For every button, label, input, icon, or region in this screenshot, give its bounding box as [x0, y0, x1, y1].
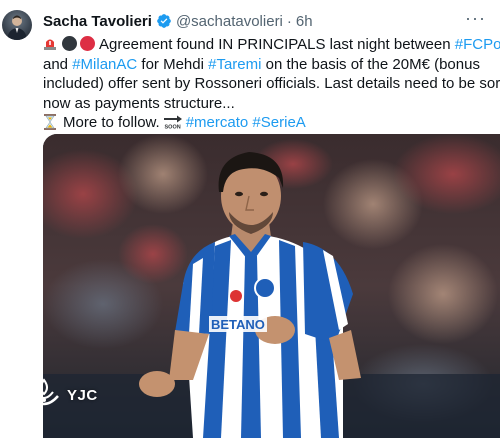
yjc-logo-icon [29, 378, 59, 406]
author-handle[interactable]: @sachatavolieri [176, 13, 283, 30]
separator-dot: · [286, 12, 292, 30]
hashtag-fcporto[interactable]: #FCPorto [455, 36, 500, 53]
sponsor-text: BETANO [211, 317, 265, 332]
hashtag-mercato[interactable]: #mercato [186, 114, 249, 131]
tweet-line-1: Agreement found IN PRINCIPALS last night… [43, 35, 500, 55]
svg-text:SOON: SOON [164, 125, 180, 130]
tweet-media-image[interactable]: BETANO [43, 134, 500, 438]
line2-text-middle: for Mehdi [137, 55, 209, 73]
football-player-photo: BETANO [43, 134, 500, 438]
user-avatar-icon [7, 15, 27, 40]
red-circle-icon [80, 36, 95, 51]
verified-badge-icon [157, 14, 171, 28]
siren-icon [44, 39, 56, 50]
yjc-watermark: YJC [26, 378, 98, 412]
line2-text-after: on the basis of the 20M€ (bonus [261, 55, 480, 73]
hashtag-seriea[interactable]: #SerieA [252, 114, 305, 131]
tweet-line-4: now as payments structure... [43, 94, 235, 112]
author-display-name[interactable]: Sacha Tavolieri [43, 13, 152, 30]
tweet-line-3: included) offer sent by Rossoneri offici… [43, 75, 500, 92]
hourglass-icon [44, 114, 56, 130]
tweet-card[interactable]: Sacha Tavolieri @sachatavolieri · 6h ···… [0, 0, 500, 438]
black-circle-icon [62, 36, 77, 51]
hashtag-milanac[interactable]: #MilanAC [72, 56, 137, 73]
hashtag-taremi[interactable]: #Taremi [208, 56, 261, 73]
watermark-text: YJC [67, 386, 98, 404]
tweet-line-5: More to follow. SOON #mercato #SerieA [43, 113, 493, 133]
more-options-icon[interactable]: ··· [465, 8, 486, 29]
tweet-header: Sacha Tavolieri @sachatavolieri · 6h [43, 11, 313, 31]
author-avatar[interactable] [2, 10, 32, 40]
tweet-line-2: and #MilanAC for Mehdi #Taremi on the ba… [43, 55, 493, 75]
tweet-text: Agreement found IN PRINCIPALS last night… [43, 35, 500, 133]
tweet-timestamp[interactable]: 6h [296, 13, 313, 30]
line1-text: Agreement found IN PRINCIPALS last night… [99, 36, 455, 53]
line2-text-before: and [43, 55, 73, 73]
line5-text: More to follow. [63, 114, 160, 131]
soon-arrow-icon: SOON [163, 115, 182, 130]
